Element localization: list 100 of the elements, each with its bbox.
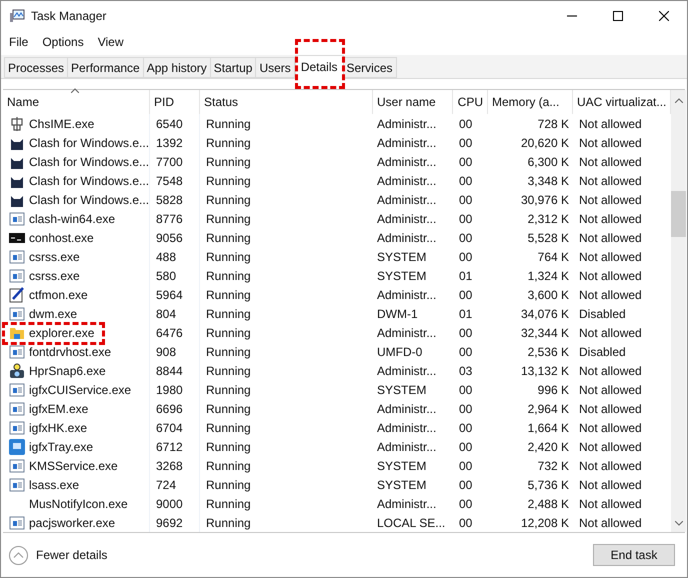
keyboard-grid-icon [9, 116, 25, 132]
window-icon [9, 514, 25, 530]
column-header[interactable]: Name [3, 90, 150, 114]
table-cell-text: 732 K [538, 458, 569, 474]
table-cell-text: 728 K [538, 116, 569, 132]
table-cell-text: SYSTEM [377, 248, 426, 266]
column-header[interactable]: User name [373, 90, 453, 114]
column-header[interactable]: Memory (a... [488, 90, 573, 114]
table-cell-text: Not allowed [579, 382, 642, 398]
table-cell-text: Clash for Windows.e... [29, 134, 150, 152]
table-cell-text: Administr... [377, 154, 436, 170]
table-cell-text: Administr... [377, 210, 436, 228]
table-cell-text: Not allowed [579, 420, 642, 436]
table-cell-text: MusNotifyIcon.exe [29, 496, 128, 512]
table-cell-text: SYSTEM [377, 476, 426, 494]
table-cell-text: Not allowed [579, 324, 642, 342]
table-cell-text: Clash for Windows.e... [29, 154, 150, 170]
menu-item[interactable]: File [5, 33, 32, 51]
table-cell-text: 32,344 K [520, 324, 569, 342]
table-cell-text: 00 [459, 154, 472, 170]
tab[interactable]: Processes [4, 57, 68, 78]
window-icon [9, 268, 25, 284]
table-cell-text: 5964 [156, 286, 183, 304]
table-cell-text: Not allowed [579, 154, 642, 170]
table-cell-text: 00 [459, 400, 472, 418]
scroll-up-icon[interactable] [674, 98, 682, 103]
table-cell-text: Clash for Windows.e... [29, 192, 150, 208]
table-cell-text: 8844 [156, 362, 183, 380]
table-cell-text: 1,324 K [528, 268, 569, 284]
table-cell-text: Running [206, 458, 251, 474]
table-cell-text: ChsIME.exe [29, 116, 94, 132]
table-cell-text: Running [206, 172, 251, 190]
highlight-frame [295, 39, 345, 89]
window-icon [9, 344, 25, 360]
table-cell-text: 9692 [156, 514, 183, 532]
window-icon [9, 400, 25, 416]
table-cell-text: 20,620 K [520, 134, 569, 152]
scroll-down-icon[interactable] [674, 521, 682, 526]
table-cell-text: Running [206, 154, 251, 170]
table-cell-text: Not allowed [579, 476, 642, 494]
table-cell-text: 5828 [156, 192, 183, 208]
table-cell-text: KMSService.exe [29, 458, 118, 474]
end-task-button[interactable]: End task [593, 544, 675, 566]
table-cell-text: 2,964 K [528, 400, 569, 418]
table-cell-text: SYSTEM [377, 382, 426, 398]
table-cell-text: Disabled [579, 344, 626, 360]
table-cell-text: 7700 [156, 154, 183, 170]
table-cell-text: Administr... [377, 192, 436, 208]
monitor-icon [9, 438, 25, 454]
table-cell-text: Running [206, 210, 251, 228]
table-cell-text: 6540 [156, 116, 183, 132]
table-cell-text: 00 [459, 210, 472, 228]
table-cell-text: Clash for Windows.e... [29, 172, 150, 190]
fewer-details-button[interactable]: Fewer details [9, 546, 108, 564]
tab[interactable]: App history [144, 57, 211, 78]
table-cell-text: 9000 [156, 496, 183, 512]
table-cell-text: Not allowed [579, 438, 642, 456]
column-header[interactable]: Status [200, 90, 373, 114]
table-cell-text: Running [206, 324, 251, 342]
tab[interactable]: Performance [68, 57, 144, 78]
table-cell-text: 01 [459, 268, 472, 284]
table-cell-text: 3268 [156, 458, 183, 474]
table-cell-text: Not allowed [579, 134, 642, 152]
table-cell-text: pacjsworker.exe [29, 514, 116, 532]
table-cell-text: csrss.exe [29, 268, 80, 284]
tab[interactable]: Details [294, 55, 344, 79]
table-cell-text: 3,600 K [528, 286, 569, 304]
table-cell-text: 00 [459, 382, 472, 398]
table-cell-text: 2,420 K [528, 438, 569, 456]
table-cell-text: Running [206, 476, 251, 494]
table-cell-text: Not allowed [579, 514, 642, 532]
table-cell-text: 00 [459, 230, 472, 246]
table-cell-text: 00 [459, 438, 472, 456]
table-cell-text: Not allowed [579, 248, 642, 266]
tab[interactable]: Startup [210, 57, 256, 78]
table-cell-text: igfxHK.exe [29, 420, 88, 436]
table-cell-text: 2,488 K [528, 496, 569, 512]
close-icon [659, 11, 669, 21]
table-cell-text: SYSTEM [377, 458, 426, 474]
scrollbar[interactable] [671, 90, 686, 532]
table-cell-text: 996 K [538, 382, 569, 398]
table-cell-text: Administr... [377, 324, 436, 342]
table-cell-text: csrss.exe [29, 248, 80, 266]
menu-item[interactable]: Options [38, 33, 88, 51]
scrollbar-thumb[interactable] [671, 191, 686, 237]
column-header[interactable]: PID [150, 90, 200, 114]
table-cell-text: Not allowed [579, 116, 642, 132]
table-cell-text: Running [206, 248, 251, 266]
tab[interactable]: Services [344, 57, 397, 78]
column-header[interactable]: CPU [453, 90, 488, 114]
tab[interactable]: Users [256, 57, 295, 78]
table-cell-text: Not allowed [579, 496, 642, 512]
table-cell-text: Administr... [377, 134, 436, 152]
collapse-icon [9, 546, 28, 564]
table-cell-text: Administr... [377, 400, 436, 418]
table-cell-text: 6,300 K [528, 154, 569, 170]
table-cell-text: DWM-1 [377, 306, 418, 322]
menu-item[interactable]: View [94, 33, 128, 51]
table-cell-text: Running [206, 134, 251, 152]
table-cell-text: Administr... [377, 420, 436, 436]
